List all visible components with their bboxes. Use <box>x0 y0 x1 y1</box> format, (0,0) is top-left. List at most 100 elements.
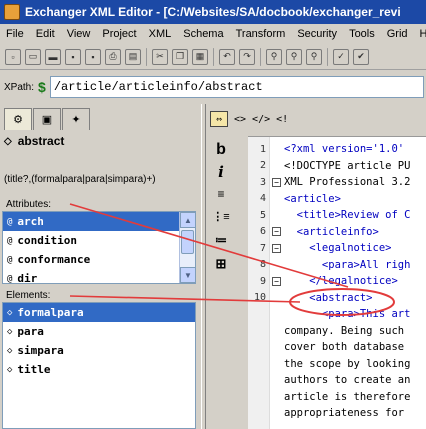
toolbar-separator <box>146 47 147 66</box>
attribute-icon: @ <box>7 254 13 265</box>
code-line[interactable]: <!DOCTYPE article PU <box>284 158 426 175</box>
menu-grid[interactable]: Grid <box>381 28 414 40</box>
tab-element-helper[interactable]: ⚙ <box>4 108 32 130</box>
element-row[interactable]: ◇ title <box>3 360 195 379</box>
code-line[interactable]: <para>All righ <box>284 257 426 274</box>
menu-xml[interactable]: XML <box>143 28 178 40</box>
line-number: 10 <box>253 292 266 304</box>
code-line[interactable]: <abstract> <box>284 290 426 307</box>
attributes-list[interactable]: @ arch @ condition @ conformance @ dir ▲ ▼ <box>2 211 196 284</box>
comment-button[interactable]: <! <box>276 111 288 127</box>
redo-icon[interactable]: ↷ <box>239 48 255 65</box>
attribute-row[interactable]: @ condition <box>3 231 195 250</box>
print-icon[interactable]: ⎙ <box>105 48 121 65</box>
table-icon[interactable]: ⊞ <box>213 256 229 272</box>
element-icon: ◇ <box>7 364 13 375</box>
code-line[interactable]: company. Being such <box>284 323 426 340</box>
code-line[interactable]: <title>Review of C <box>284 207 426 224</box>
save-as-icon[interactable]: ▪ <box>85 48 101 65</box>
find-next-icon[interactable]: ⚲ <box>286 48 302 65</box>
italic-icon[interactable]: i <box>213 163 229 181</box>
menu-edit[interactable]: Edit <box>30 28 61 40</box>
fold-toggle-icon[interactable]: − <box>272 177 281 187</box>
copy-icon[interactable]: ❐ <box>172 48 188 65</box>
bold-icon[interactable]: b <box>213 141 229 158</box>
code-text[interactable]: <?xml version='1.0' <!DOCTYPE article PU X… <box>284 137 426 429</box>
code-line[interactable]: </legalnotice> <box>284 273 426 290</box>
menu-project[interactable]: Project <box>96 28 142 40</box>
element-row[interactable]: ◇ simpara <box>3 341 195 360</box>
fold-toggle-icon[interactable]: − <box>272 243 281 253</box>
code-line[interactable]: cover both database <box>284 339 426 356</box>
code-line[interactable]: <legalnotice> <box>284 240 426 257</box>
close-tag-button[interactable]: </> <box>252 111 270 127</box>
menu-bar: File Edit View Project XML Schema Transform Sec… <box>0 24 426 44</box>
menu-tools[interactable]: Tools <box>343 28 381 40</box>
attribute-name: dir <box>17 272 38 284</box>
element-icon: ◇ <box>4 135 12 147</box>
element-icon: ◇ <box>7 326 13 337</box>
print-preview-icon[interactable]: ▤ <box>125 48 141 65</box>
attribute-row[interactable]: @ conformance <box>3 250 195 269</box>
replace-icon[interactable]: ⚲ <box>306 48 322 65</box>
attribute-name: arch <box>17 215 44 228</box>
bookmark-gutter[interactable] <box>236 136 248 429</box>
find-icon[interactable]: ⚲ <box>266 48 282 65</box>
code-line[interactable]: the scope by looking <box>284 356 426 373</box>
attribute-icon: @ <box>7 235 13 246</box>
fold-toggle-icon[interactable]: − <box>272 227 281 236</box>
element-row[interactable]: ◇ formalpara <box>3 303 195 322</box>
paragraph-icon[interactable]: ≡ <box>213 186 229 202</box>
code-line[interactable]: <?xml version='1.0' <box>284 141 426 158</box>
new-file-icon[interactable]: ▫ <box>5 48 21 65</box>
menu-security[interactable]: Security <box>291 28 343 40</box>
validate-icon[interactable]: ✓ <box>333 48 349 65</box>
tab-attribute-helper[interactable]: ▣ <box>33 108 61 130</box>
attribute-icon: @ <box>7 216 13 227</box>
cut-icon[interactable]: ✂ <box>152 48 168 65</box>
scroll-down-icon[interactable]: ▼ <box>180 267 195 283</box>
tag-view-icon[interactable]: ⇔ <box>210 111 228 127</box>
tab-entity-helper[interactable]: ✦ <box>62 108 90 130</box>
insert-element-button[interactable]: <> <box>234 111 246 127</box>
xpath-input[interactable]: /article/articleinfo/abstract <box>49 76 424 98</box>
editor-toolbar: ⇔ <> </> <! <box>206 104 426 134</box>
menu-view[interactable]: View <box>61 28 97 40</box>
menu-file[interactable]: File <box>0 28 30 40</box>
menu-schema[interactable]: Schema <box>177 28 229 40</box>
check-icon[interactable]: ✔ <box>353 48 369 65</box>
undo-icon[interactable]: ↶ <box>219 48 235 65</box>
paste-icon[interactable]: ▦ <box>192 48 208 65</box>
menu-transform[interactable]: Transform <box>230 28 292 40</box>
code-line[interactable]: <article> <box>284 191 426 208</box>
attribute-row[interactable]: @ dir <box>3 269 195 284</box>
code-line[interactable]: article is therefore <box>284 389 426 406</box>
code-line[interactable]: XML Professional 3.2 <box>284 174 426 191</box>
xpath-dollar-icon[interactable]: $ <box>38 79 46 95</box>
list-icon[interactable]: ⋮≡ <box>212 208 229 224</box>
attribute-row[interactable]: @ arch <box>3 212 195 231</box>
scroll-thumb[interactable] <box>181 230 194 254</box>
menu-help[interactable]: Help <box>414 28 426 40</box>
save-icon[interactable]: ▪ <box>65 48 81 65</box>
fold-toggle-icon[interactable]: − <box>272 276 281 286</box>
code-line[interactable]: <articleinfo> <box>284 224 426 241</box>
open-project-icon[interactable]: ▬ <box>45 48 61 65</box>
code-line[interactable]: authors to create an <box>284 372 426 389</box>
line-number-gutter: 1 2 3 4 5 6 7 8 9 10 <box>248 137 270 429</box>
code-line[interactable]: appropriateness for <box>284 405 426 422</box>
line-number: 6 <box>259 226 266 238</box>
current-element-name: abstract <box>17 134 65 148</box>
line-number <box>248 323 269 340</box>
element-name: formalpara <box>17 306 84 319</box>
open-folder-icon[interactable]: ▭ <box>25 48 41 65</box>
title-bar: Exchanger XML Editor - [C:/Websites/SA/d… <box>0 0 426 24</box>
ordered-list-icon[interactable]: ≔ <box>213 232 229 248</box>
element-icon: ◇ <box>7 307 13 318</box>
code-editor[interactable]: 1 2 3 4 5 6 7 8 9 10 − − − − <?xml version='1.0' <!DO… <box>248 136 426 429</box>
code-line[interactable]: <para>This art <box>284 306 426 323</box>
elements-list[interactable]: ◇ formalpara ◇ para ◇ simpara ◇ title <box>2 302 196 429</box>
scroll-up-icon[interactable]: ▲ <box>180 212 195 228</box>
element-row[interactable]: ◇ para <box>3 322 195 341</box>
attributes-scrollbar[interactable]: ▲ ▼ <box>179 212 195 283</box>
